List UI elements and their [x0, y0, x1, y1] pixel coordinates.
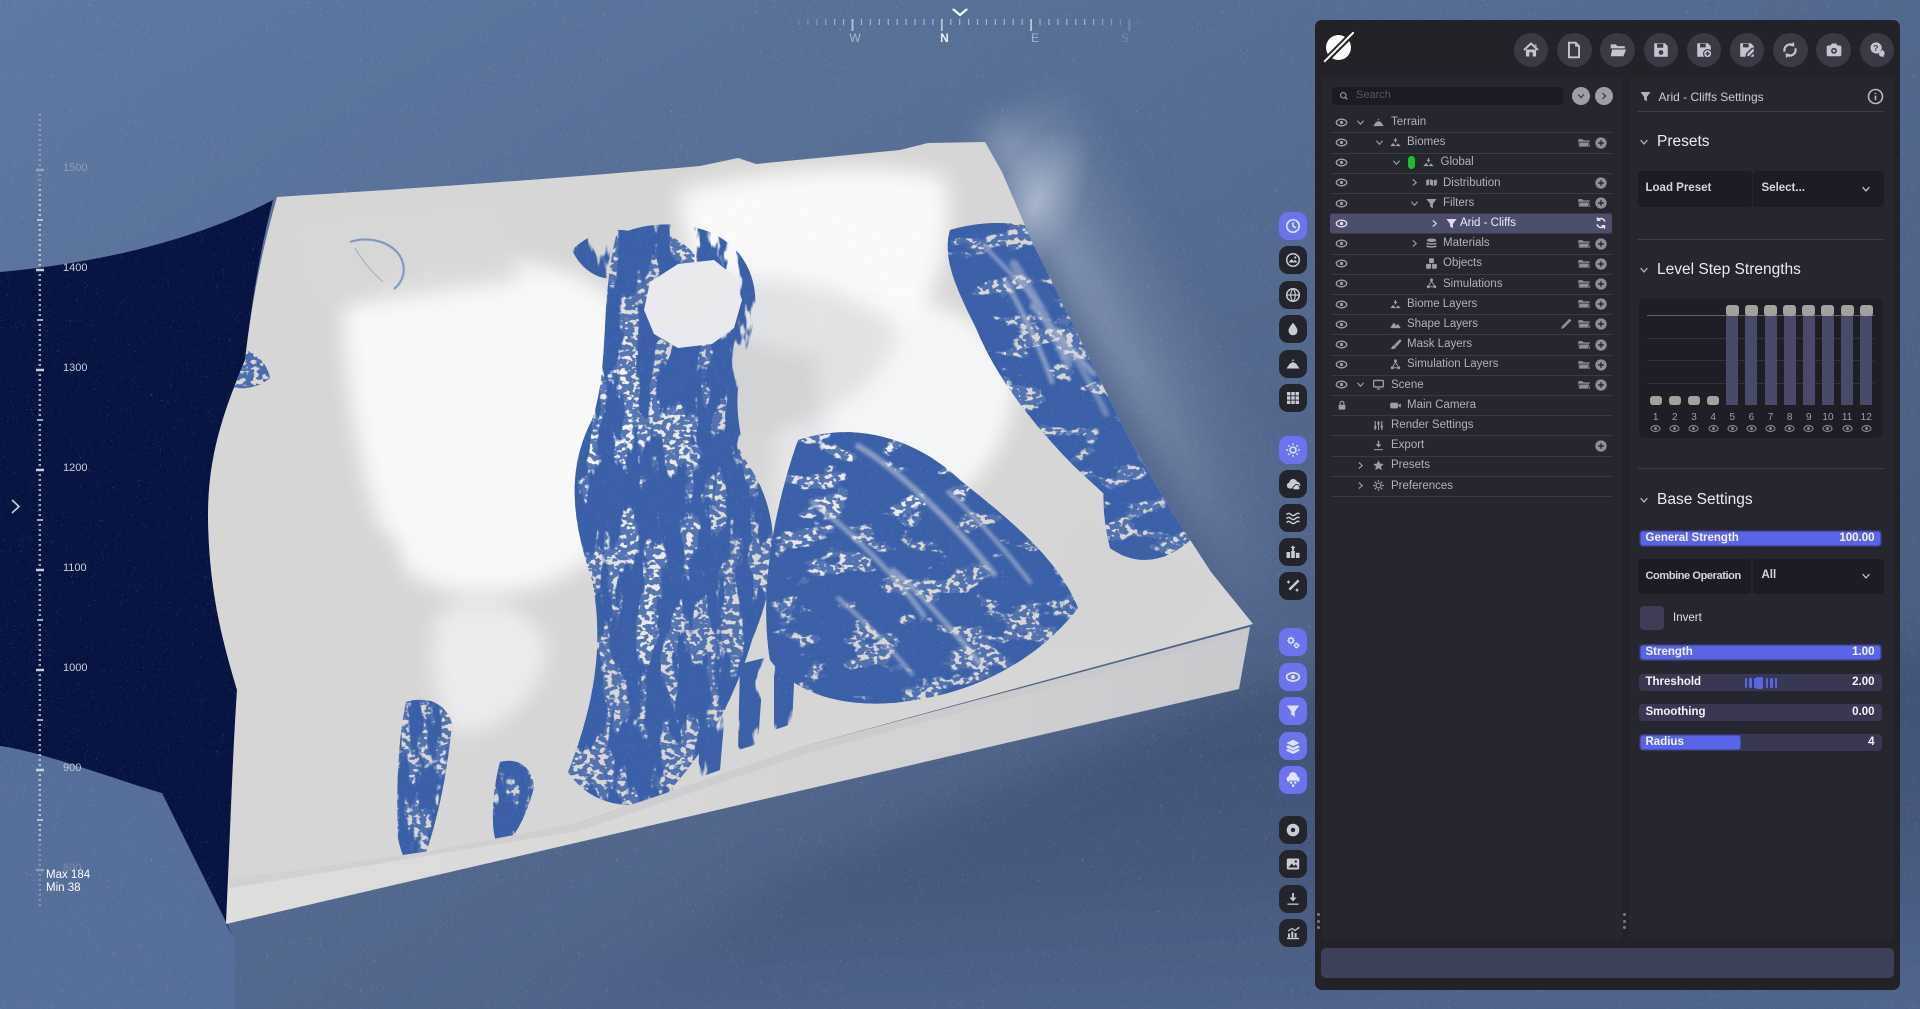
- svg-text:E: E: [1031, 31, 1039, 45]
- svg-text:N: N: [940, 31, 949, 45]
- svg-text:W: W: [849, 31, 861, 45]
- svg-text:1400: 1400: [63, 262, 87, 274]
- svg-text:1500: 1500: [63, 162, 87, 174]
- svg-text:?: ?: [1873, 43, 1878, 53]
- svg-text:1100: 1100: [63, 562, 87, 574]
- svg-text:Min 38: Min 38: [46, 882, 81, 894]
- svg-text:S: S: [1121, 31, 1129, 45]
- svg-text:900: 900: [63, 762, 81, 774]
- svg-text:Max 184: Max 184: [46, 869, 91, 881]
- svg-text:1300: 1300: [63, 362, 87, 374]
- svg-text:1000: 1000: [63, 662, 87, 674]
- svg-text:1200: 1200: [63, 462, 87, 474]
